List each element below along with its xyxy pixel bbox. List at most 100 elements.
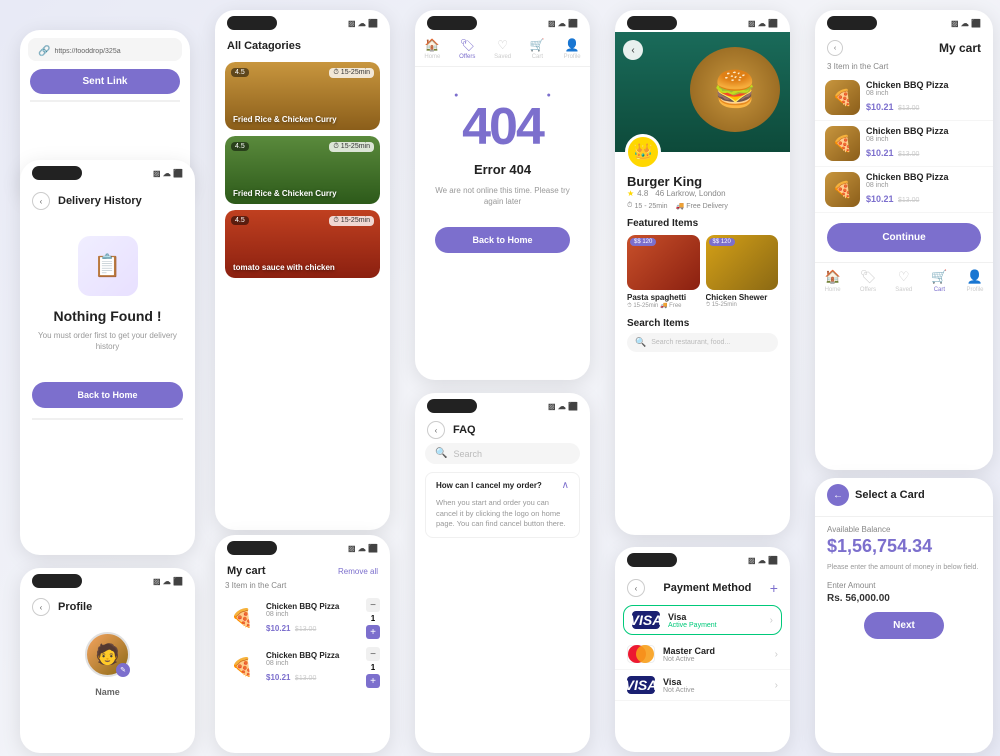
payment-option-mastercard[interactable]: Master Card Not Active › [615, 639, 790, 670]
food-item[interactable]: 4.5 ⏱ 15-25min Fried Rice & Chicken Curr… [225, 62, 380, 130]
cart-item-info-2: Chicken BBQ Pizza 08 inch $10.21 $13.00 [266, 651, 360, 685]
add-payment-button[interactable]: + [770, 581, 778, 595]
search-placeholder: Search [453, 449, 482, 459]
restaurant-logo: 👑 [625, 134, 661, 170]
food-badge-1: 4.5 [231, 68, 249, 77]
hero-back-button[interactable]: ‹ [623, 40, 643, 60]
nav-offers[interactable]: 🏷 Offers [860, 269, 877, 293]
back-button[interactable]: ‹ [627, 579, 645, 597]
nav-offers-label: Offers [860, 287, 876, 293]
payment-option-visa-2[interactable]: VISA Visa Not Active › [615, 670, 790, 701]
nav-profile[interactable]: 👤 Profile [966, 269, 983, 293]
sent-link-button[interactable]: Sent Link [30, 69, 180, 94]
restaurant-hero: ‹ 🍔 👑 [615, 32, 790, 152]
back-arrow-button[interactable]: ← [827, 484, 849, 506]
status-bar: ▨ ☁ ⬛ [215, 10, 390, 32]
home-icon: 🏠 [425, 38, 440, 52]
cart-lg-item-3[interactable]: 🍕 Chicken BBQ Pizza 08 inch $10.21 $13.0… [815, 167, 993, 213]
arrow-icon-3: › [775, 680, 778, 691]
nav-saved[interactable]: ♡ Saved [895, 269, 912, 293]
profile-header: ‹ Profile [20, 590, 195, 622]
profile-title: Profile [58, 601, 92, 613]
featured-title: Featured Items [627, 218, 778, 229]
status-icons: ▨ ☁ ⬛ [348, 544, 378, 553]
receipt-icon: 📋 [94, 253, 121, 279]
empty-state: 📋 Nothing Found ! You must order first t… [20, 216, 195, 367]
visa-card-icon: VISA [632, 611, 660, 629]
search-placeholder: Search restaurant, food... [651, 339, 730, 346]
food-item-2[interactable]: 4.5 ⏱ 15-25min Fried Rice & Chicken Curr… [225, 136, 380, 204]
restaurant-name: Burger King [627, 174, 778, 189]
cart-lg-item-2[interactable]: 🍕 Chicken BBQ Pizza 08 inch $10.21 $13.0… [815, 121, 993, 167]
search-bar[interactable]: 🔍 Search restaurant, food... [627, 333, 778, 352]
payment-option-visa-active[interactable]: VISA Visa Active Payment › [623, 605, 782, 635]
next-button[interactable]: Next [864, 612, 944, 639]
status-icons: ▨ ☁ ⬛ [748, 556, 778, 565]
nav-saved[interactable]: ♡ Saved [494, 38, 511, 60]
faq-header: ‹ FAQ [415, 415, 590, 443]
faq-toggle-icon[interactable]: ∧ [562, 480, 569, 491]
edit-badge[interactable]: ✎ [116, 663, 130, 677]
status-bar: ▨ ☁ ⬛ [615, 547, 790, 569]
featured-item-1[interactable]: $$ 120 Pasta spaghetti ⏱ 15-25min 🚚 Free [627, 235, 700, 310]
cart-item-1[interactable]: 🍕 Chicken BBQ Pizza 08 inch $10.21 $13.0… [215, 594, 390, 643]
qty-decrease[interactable]: − [366, 598, 380, 612]
cart-item-2[interactable]: 🍕 Chicken BBQ Pizza 08 inch $10.21 $13.0… [215, 643, 390, 692]
faq-question-row[interactable]: How can I cancel my order? ∧ [426, 473, 579, 498]
back-to-home-button[interactable]: Back to Home [435, 227, 570, 253]
nav-cart-label: Cart [532, 54, 543, 60]
back-button[interactable]: ‹ [827, 40, 843, 56]
featured-item-2[interactable]: $$ 120 Chicken Shewer ⏱ 15-25min [706, 235, 779, 310]
payment-info-1: Visa Active Payment [668, 612, 762, 629]
error-404-card: ▨ ☁ ⬛ 🏠 Home 🏷 Offers ♡ Saved 🛒 Cart 👤 P… [415, 10, 590, 380]
search-icon: 🔍 [635, 337, 646, 348]
nav-home-label: Home [424, 54, 440, 60]
payment-header: ‹ Payment Method + [615, 569, 790, 605]
enter-amount-label: Enter Amount [815, 581, 993, 593]
share-url-bar: 🔗 https://fooddrop/325a [28, 38, 182, 61]
remove-all-button[interactable]: Remove all [338, 567, 378, 576]
nav-cart[interactable]: 🛒 Cart [931, 269, 947, 293]
status-icons: ▨ ☁ ⬛ [951, 19, 981, 28]
cart-lg-img-3: 🍕 [825, 172, 860, 207]
back-button[interactable]: ‹ [32, 598, 50, 616]
faq-search-bar[interactable]: 🔍 Search [425, 443, 580, 464]
status-bar: ▨ ☁ ⬛ [815, 10, 993, 32]
nav-home[interactable]: 🏠 Home [825, 269, 841, 293]
nav-profile[interactable]: 👤 Profile [564, 38, 581, 60]
continue-button[interactable]: Continue [827, 223, 981, 252]
arrow-icon: › [770, 615, 773, 626]
restaurant-info: Burger King ★ 4.8 46 Larkrow, London ⏱ 1… [615, 152, 790, 360]
mastercard-circles [628, 645, 654, 663]
delivery-icon: 🚚 [676, 202, 685, 210]
error-code-wrap: ● 404 ● [462, 97, 543, 157]
saved-icon: ♡ [898, 269, 910, 285]
featured-meta-1: ⏱ 15-25min 🚚 Free [627, 302, 700, 310]
food-item-3[interactable]: 4.5 ⏱ 15-25min tomato sauce with chicken [225, 210, 380, 278]
restaurant-card: ▨ ☁ ⬛ ‹ 🍔 👑 Burger King ★ 4.8 46 Larkrow… [615, 10, 790, 535]
qty-decrease[interactable]: − [366, 647, 380, 661]
nav-cart[interactable]: 🛒 Cart [530, 38, 545, 60]
cart-small-card: ▨ ☁ ⬛ My cart Remove all 3 Item in the C… [215, 535, 390, 753]
cart-lg-item-1[interactable]: 🍕 Chicken BBQ Pizza 08 inch $10.21 $13.0… [815, 75, 993, 121]
back-button[interactable]: ‹ [427, 421, 445, 439]
qty-increase[interactable]: + [366, 625, 380, 639]
empty-icon: 📋 [78, 236, 138, 296]
notch [627, 16, 677, 30]
time-badge-3: ⏱ 15-25min [329, 216, 374, 226]
select-card-title: Select a Card [855, 489, 925, 501]
cart-large-header: ‹ My cart [815, 32, 993, 62]
back-home-button[interactable]: Back to Home [32, 382, 183, 408]
nav-home[interactable]: 🏠 Home [424, 38, 440, 60]
faq-item-1[interactable]: How can I cancel my order? ∧ When you st… [425, 472, 580, 538]
back-button[interactable]: ‹ [32, 192, 50, 210]
qty-control-1[interactable]: − 1 + [366, 598, 380, 639]
payment-card: ▨ ☁ ⬛ ‹ Payment Method + VISA Visa Activ… [615, 547, 790, 752]
profile-icon: 👤 [967, 269, 983, 285]
status-bar: ▨ ☁ ⬛ [615, 10, 790, 32]
qty-control-2[interactable]: − 1 + [366, 647, 380, 688]
link-icon: 🔗 [38, 46, 50, 57]
nav-offers[interactable]: 🏷 Offers [459, 38, 475, 60]
qty-increase[interactable]: + [366, 674, 380, 688]
offers-icon: 🏷 [460, 38, 475, 52]
